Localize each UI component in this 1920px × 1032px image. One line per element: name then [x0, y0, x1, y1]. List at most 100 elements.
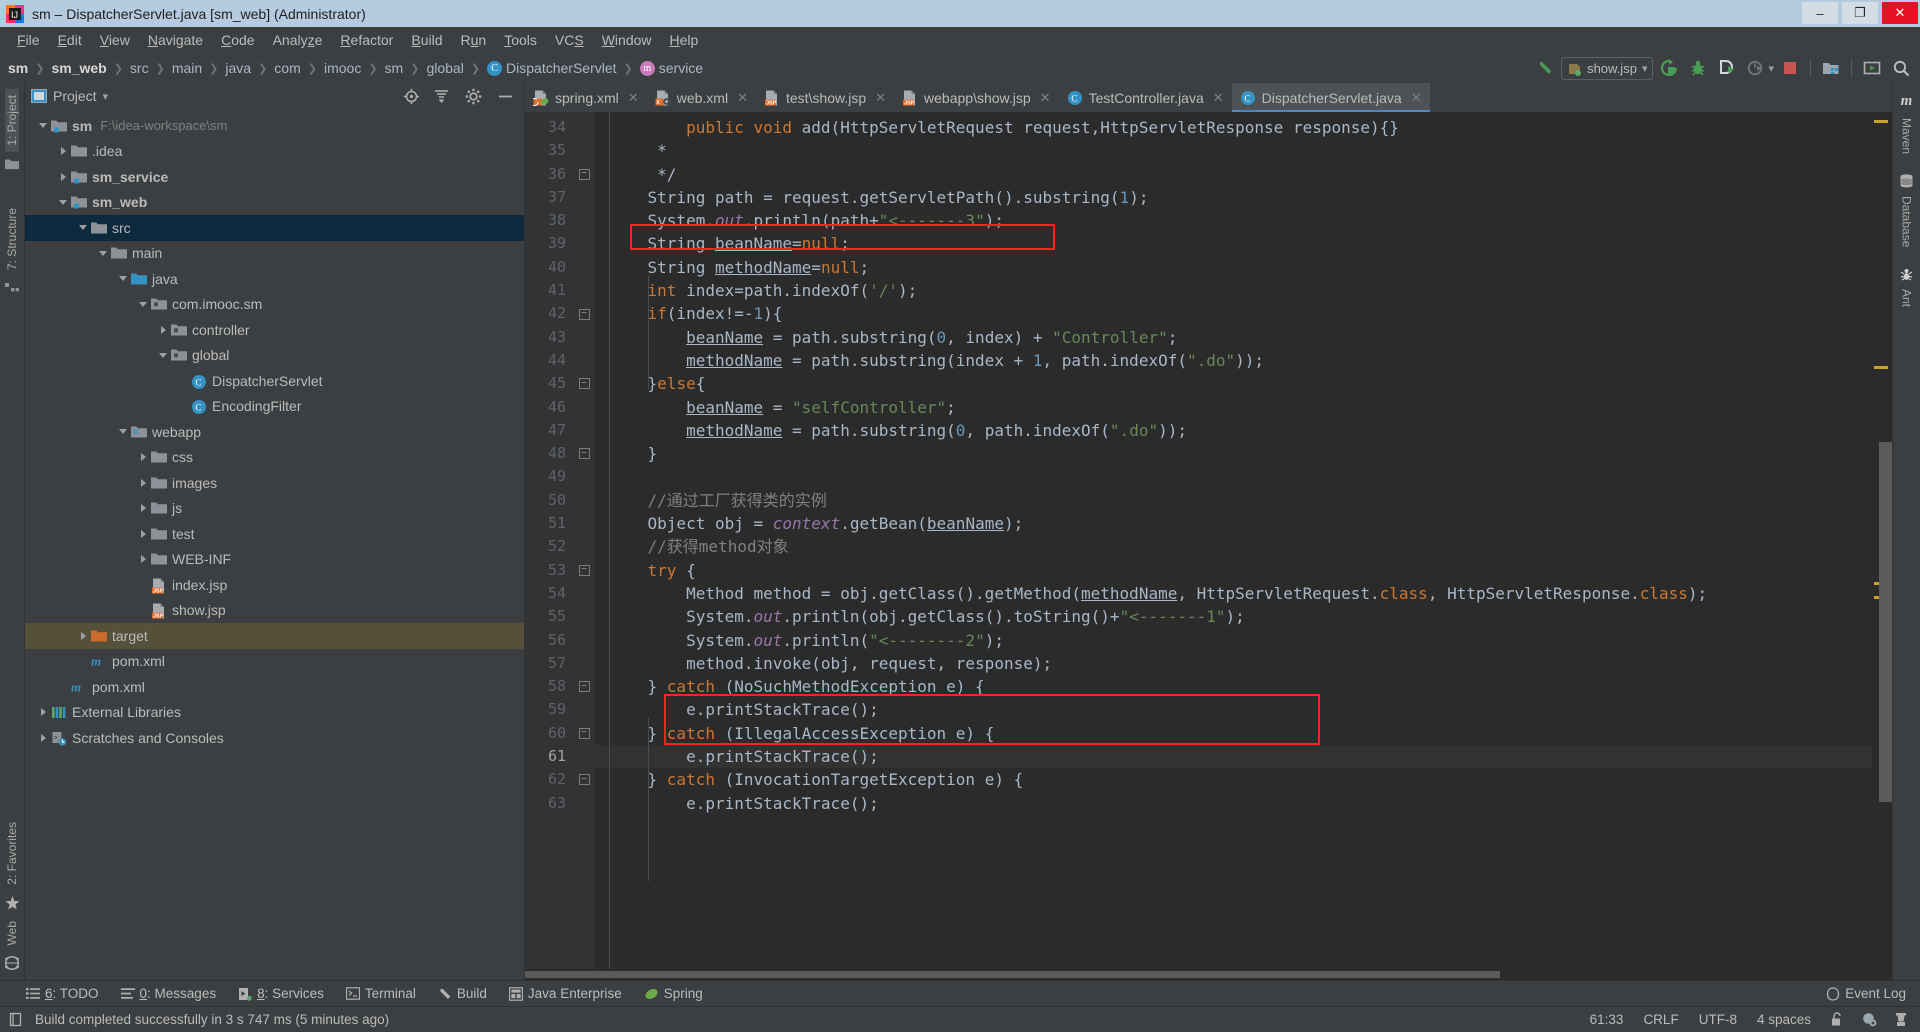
close-icon[interactable]: ✕ [1411, 90, 1422, 106]
chevron-right-icon[interactable] [75, 631, 91, 640]
tree-node-com-imooc-sm[interactable]: com.imooc.sm [25, 292, 524, 318]
tree-node-main[interactable]: main [25, 241, 524, 267]
project-structure-icon[interactable] [1818, 56, 1844, 80]
editor-tab-test-show-jsp[interactable]: JSP test\show.jsp ✕ [756, 83, 894, 112]
tree-node-scratches-and-consoles[interactable]: >_ Scratches and Consoles [25, 725, 524, 751]
tree-node-sm-service[interactable]: sm_service [25, 164, 524, 190]
editor-tab-dispatcherservlet-java[interactable]: C DispatcherServlet.java ✕ [1231, 83, 1430, 112]
menu-item-window[interactable]: Window [593, 29, 661, 51]
fold-toggle-icon[interactable]: − [573, 559, 595, 582]
chevron-down-icon[interactable] [115, 429, 131, 435]
chevron-right-icon[interactable] [135, 453, 151, 462]
code-line[interactable]: String methodName=null; [595, 256, 1872, 279]
close-button[interactable]: ✕ [1882, 2, 1918, 24]
tree-node-dispatcherservlet[interactable]: C DispatcherServlet [25, 368, 524, 394]
profiler-dropdown-chevron-down-icon[interactable]: ▾ [1768, 62, 1774, 75]
menu-item-build[interactable]: Build [402, 29, 451, 51]
code-line[interactable]: int index=path.indexOf('/'); [595, 279, 1872, 302]
code-line[interactable]: methodName = path.substring(index + 1, p… [595, 349, 1872, 372]
back-arrow-icon[interactable] [1532, 56, 1558, 80]
sidebar-item-maven[interactable]: Maven [1900, 112, 1914, 160]
code-line[interactable]: beanName = "selfController"; [595, 396, 1872, 419]
hector-icon[interactable] [1890, 1012, 1912, 1027]
tree-node-external-libraries[interactable]: External Libraries [25, 700, 524, 726]
chevron-right-icon[interactable] [135, 555, 151, 564]
line-separator[interactable]: CRLF [1637, 1012, 1684, 1027]
bottom-tool-terminal[interactable]: Terminal [345, 986, 416, 1001]
breadcrumb-item-service[interactable]: m service [639, 60, 703, 76]
chevron-right-icon[interactable] [55, 147, 71, 156]
window-controls[interactable]: – ❐ ✕ [1800, 0, 1920, 27]
close-icon[interactable]: ✕ [1040, 90, 1051, 106]
code-line[interactable]: e.printStackTrace(); [595, 792, 1872, 815]
code-line[interactable]: System.out.println("<--------2"); [595, 629, 1872, 652]
chevron-down-icon[interactable] [155, 352, 171, 358]
bug-icon[interactable] [1685, 56, 1711, 80]
breadcrumb-item-src[interactable]: src [130, 60, 149, 76]
code-editor[interactable]: 34 35 36 37 38 39 40 41 42 43 44 45 46 47 48 49 50 51 52 53… [525, 112, 1892, 969]
right-tool-window-bar[interactable]: m Maven Database Ant [1892, 83, 1920, 980]
horizontal-scrollbar[interactable] [525, 969, 1892, 980]
fold-toggle-icon[interactable]: − [573, 302, 595, 325]
profiler-icon[interactable] [1743, 56, 1769, 80]
menu-item-help[interactable]: Help [661, 29, 708, 51]
code-line[interactable]: } catch (InvocationTargetException e) { [595, 768, 1872, 791]
code-line[interactable]: public void add(HttpServletRequest reque… [595, 116, 1872, 139]
code-line[interactable]: method.invoke(obj, request, response); [595, 652, 1872, 675]
tree-node-show-jsp[interactable]: JSP show.jsp [25, 598, 524, 624]
horizontal-scrollbar-thumb[interactable] [525, 971, 1500, 978]
code-line[interactable]: Method method = obj.getClass().getMethod… [595, 582, 1872, 605]
chevron-down-icon[interactable] [135, 301, 151, 307]
scrollbar-thumb[interactable] [1879, 442, 1892, 802]
bottom-tool-java-enterprise[interactable]: Java Enterprise [508, 986, 622, 1001]
code-line[interactable]: //通过工厂获得类的实例 [595, 489, 1872, 512]
chevron-right-icon[interactable] [35, 708, 51, 717]
main-toolbar[interactable]: show.jsp ▾ ▾ [1532, 53, 1914, 83]
chevron-right-icon[interactable] [135, 504, 151, 513]
editor-tab-bar[interactable]: spring.xml ✕ Xweb.xml ✕ JSP test\show.jsp ✕ JSP… [525, 83, 1892, 112]
breadcrumb-item-java[interactable]: java [225, 60, 251, 76]
tree-node-images[interactable]: images [25, 470, 524, 496]
tree-node-web-inf[interactable]: WEB-INF [25, 547, 524, 573]
run-configuration-selector[interactable]: show.jsp ▾ [1561, 56, 1654, 80]
event-log-button[interactable]: Event Log [1826, 986, 1906, 1001]
fold-toggle-icon[interactable]: − [573, 372, 595, 395]
menu-item-refactor[interactable]: Refactor [331, 29, 402, 51]
code-text[interactable]: public void add(HttpServletRequest reque… [595, 112, 1872, 969]
sidebar-item-project[interactable]: 1: Project [5, 89, 19, 152]
tree-node-js[interactable]: js [25, 496, 524, 522]
gear-icon[interactable] [465, 88, 482, 105]
project-tree[interactable]: sm F:\idea-workspace\sm .idea sm_service sm_… [25, 109, 524, 980]
menu-item-navigate[interactable]: Navigate [139, 29, 212, 51]
breadcrumb-item-imooc[interactable]: imooc [324, 60, 361, 76]
code-folding-gutter[interactable]: − − − − − − − − [573, 112, 595, 969]
breadcrumb-item-main[interactable]: main [172, 60, 202, 76]
menu-item-edit[interactable]: Edit [49, 29, 91, 51]
code-line[interactable]: */ [595, 163, 1872, 186]
tree-node-test[interactable]: test [25, 521, 524, 547]
project-chevron-down-icon[interactable]: ▾ [103, 90, 109, 103]
close-icon[interactable]: ✕ [737, 90, 748, 106]
tree-node-java[interactable]: java [25, 266, 524, 292]
bottom-tool-0--messages[interactable]: 0: Messages [120, 986, 216, 1001]
tree-node-css[interactable]: css [25, 445, 524, 471]
breadcrumb-item-sm[interactable]: sm [385, 60, 404, 76]
menu-item-tools[interactable]: Tools [495, 29, 546, 51]
editor-tab-testcontroller-java[interactable]: C TestController.java ✕ [1059, 83, 1232, 112]
code-line[interactable]: * [595, 139, 1872, 162]
chevron-right-icon[interactable] [35, 733, 51, 742]
chevron-down-icon[interactable] [115, 276, 131, 282]
editor-tab-webapp-show-jsp[interactable]: JSP webapp\show.jsp ✕ [894, 83, 1059, 112]
code-line[interactable] [595, 465, 1872, 488]
fold-toggle-icon[interactable]: − [573, 442, 595, 465]
minus-icon[interactable] [497, 88, 514, 105]
code-line[interactable]: e.printStackTrace(); [595, 698, 1872, 721]
inspections-icon[interactable] [1857, 1012, 1882, 1027]
menu-item-file[interactable]: File [8, 29, 49, 51]
code-line[interactable]: e.printStackTrace(); [595, 745, 1872, 769]
tree-node-encodingfilter[interactable]: C EncodingFilter [25, 394, 524, 420]
breadcrumb-item-global[interactable]: global [426, 60, 463, 76]
tree-node-src[interactable]: src [25, 215, 524, 241]
tree-node-sm[interactable]: sm F:\idea-workspace\sm [25, 113, 524, 139]
code-line[interactable]: methodName = path.substring(0, path.inde… [595, 419, 1872, 442]
